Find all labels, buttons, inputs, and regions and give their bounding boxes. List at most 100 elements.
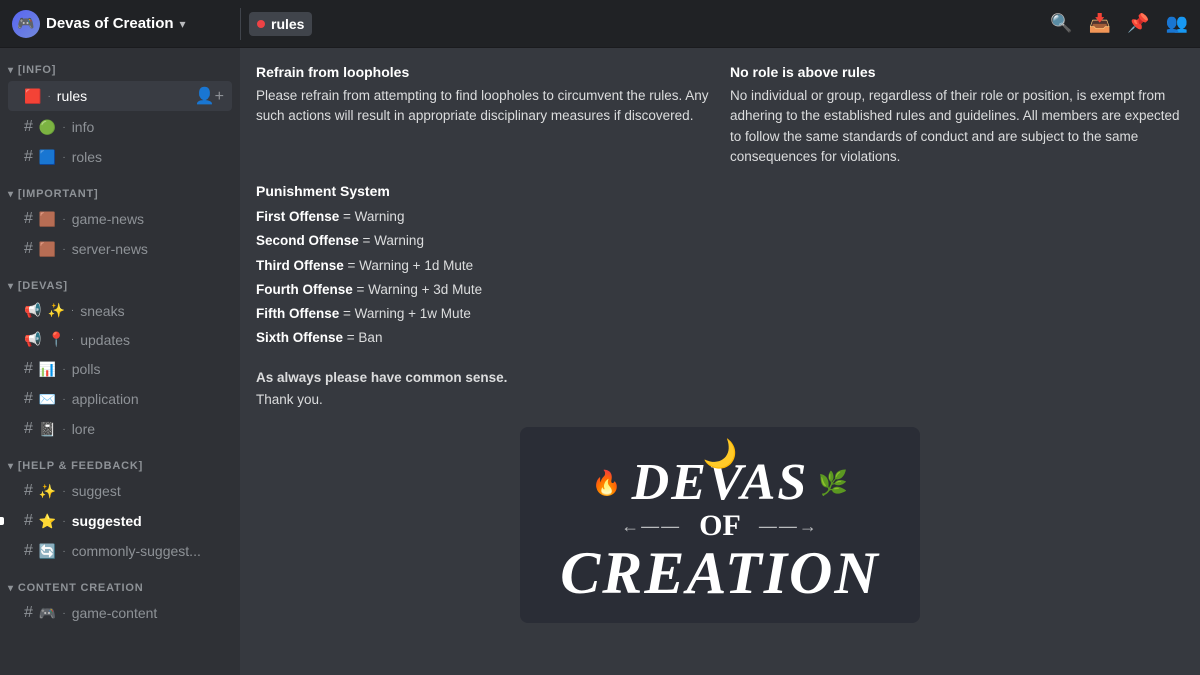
channel-name-sneaks: sneaks bbox=[80, 303, 124, 319]
offense-3: Third Offense = Warning + 1d Mute bbox=[256, 254, 1184, 278]
sneaks-emoji-icon: ✨ bbox=[47, 302, 64, 319]
roles-emoji-icon: 🟦 bbox=[39, 149, 56, 166]
category-important[interactable]: ▾ [IMPORTANT] bbox=[0, 172, 240, 204]
chat-messages: Refrain from loopholes Please refrain fr… bbox=[240, 48, 1200, 675]
common-sense-text: As always please have common sense. bbox=[256, 367, 1184, 389]
sidebar-item-commonly-suggest[interactable]: # 🔄 · commonly-suggest... bbox=[8, 537, 232, 565]
category-label-help: [HELP & FEEDBACK] bbox=[18, 460, 143, 472]
rules-col-left-title: Refrain from loopholes bbox=[256, 64, 710, 80]
offense-1-label: First Offense bbox=[256, 209, 339, 224]
pin-icon[interactable]: 📌 bbox=[1127, 13, 1149, 34]
category-arrow-content: ▾ bbox=[8, 583, 14, 594]
offense-5: Fifth Offense = Warning + 1w Mute bbox=[256, 302, 1184, 326]
offense-2: Second Offense = Warning bbox=[256, 229, 1184, 253]
common-sense-strong: As always please have common sense. bbox=[256, 370, 507, 385]
title-right-icons: 🔍 📥 📌 👥 bbox=[1050, 13, 1188, 34]
category-arrow-help: ▾ bbox=[8, 461, 14, 472]
rules-section-loopholes: Refrain from loopholes Please refrain fr… bbox=[256, 64, 1184, 167]
info-emoji-icon: 🟢 bbox=[39, 119, 56, 136]
sidebar-item-rules[interactable]: 🟥 · rules 👤+ bbox=[8, 81, 232, 111]
hash-icon-suggested: # bbox=[24, 512, 33, 530]
sidebar-item-suggested[interactable]: # ⭐ · suggested bbox=[8, 507, 232, 535]
sidebar-item-sneaks[interactable]: 📢 ✨ · sneaks bbox=[8, 297, 232, 324]
hash-icon-info: # bbox=[24, 118, 33, 136]
updates-emoji-icon: 📍 bbox=[47, 331, 64, 348]
server-name-area[interactable]: 🎮 Devas of Creation ▾ bbox=[12, 10, 232, 38]
logo-of-text: OF bbox=[691, 509, 749, 543]
unread-bar bbox=[0, 517, 4, 525]
channel-name-rules: rules bbox=[57, 88, 87, 104]
sidebar-item-suggest[interactable]: # ✨ · suggest bbox=[8, 477, 232, 505]
rules-col-right: No role is above rules No individual or … bbox=[730, 64, 1184, 167]
channel-tab-dot bbox=[257, 20, 265, 28]
title-bar: 🎮 Devas of Creation ▾ rules 🔍 📥 📌 👥 bbox=[0, 0, 1200, 48]
hash-icon-lore: # bbox=[24, 420, 33, 438]
sidebar-item-game-news[interactable]: # 🟫 · game-news bbox=[8, 205, 232, 233]
hash-icon-polls: # bbox=[24, 360, 33, 378]
sidebar-item-info[interactable]: # 🟢 · info bbox=[8, 113, 232, 141]
commonly-suggest-emoji-icon: 🔄 bbox=[39, 543, 56, 560]
logo-right-arrow: ——→ bbox=[759, 516, 819, 537]
polls-emoji-icon: 📊 bbox=[39, 361, 56, 378]
category-help-feedback[interactable]: ▾ [HELP & FEEDBACK] bbox=[0, 444, 240, 476]
punishment-section: Punishment System First Offense = Warnin… bbox=[256, 183, 1184, 351]
channel-name-lore: lore bbox=[72, 421, 95, 437]
sidebar-item-game-content[interactable]: # 🎮 · game-content bbox=[8, 599, 232, 627]
offense-5-label: Fifth Offense bbox=[256, 306, 339, 321]
rules-emoji-icon: 🟥 bbox=[24, 88, 41, 105]
logo-creation-text: CREATION bbox=[560, 543, 879, 603]
inbox-icon[interactable]: 📥 bbox=[1089, 13, 1111, 34]
game-content-emoji-icon: 🎮 bbox=[39, 605, 56, 622]
channel-name-polls: polls bbox=[72, 361, 101, 377]
add-member-icon[interactable]: 👤+ bbox=[195, 86, 224, 106]
sidebar-item-server-news[interactable]: # 🟫 · server-news bbox=[8, 235, 232, 263]
channel-name-application: application bbox=[72, 391, 139, 407]
logo-moon-icon: 🌙 bbox=[703, 437, 738, 470]
channel-name-info: info bbox=[72, 119, 95, 135]
offense-4-label: Fourth Offense bbox=[256, 282, 353, 297]
channel-tab: rules bbox=[249, 12, 312, 36]
sidebar-item-updates[interactable]: 📢 📍 · updates bbox=[8, 326, 232, 353]
logo-fire-icon: 🔥 bbox=[592, 469, 622, 498]
offense-3-label: Third Offense bbox=[256, 258, 344, 273]
game-news-emoji-icon: 🟫 bbox=[39, 211, 56, 228]
category-devas[interactable]: ▾ [DEVAS] bbox=[0, 264, 240, 296]
members-icon[interactable]: 👥 bbox=[1166, 13, 1188, 34]
logo-arrows-row: ←—— OF ——→ bbox=[621, 509, 819, 543]
hash-icon-game-content: # bbox=[24, 604, 33, 622]
channel-tab-name: rules bbox=[271, 16, 304, 32]
rules-col-left: Refrain from loopholes Please refrain fr… bbox=[256, 64, 710, 167]
offense-4: Fourth Offense = Warning + 3d Mute bbox=[256, 278, 1184, 302]
channel-name-game-news: game-news bbox=[72, 211, 144, 227]
logo-left-arrow: ←—— bbox=[621, 516, 681, 537]
sidebar-item-polls[interactable]: # 📊 · polls bbox=[8, 355, 232, 383]
channel-name-roles: roles bbox=[72, 149, 102, 165]
offense-4-value: = Warning + 3d Mute bbox=[357, 282, 483, 297]
hash-icon-server-news: # bbox=[24, 240, 33, 258]
hash-icon-game-news: # bbox=[24, 210, 33, 228]
sidebar-item-lore[interactable]: # 📓 · lore bbox=[8, 415, 232, 443]
rules-col-left-text: Please refrain from attempting to find l… bbox=[256, 86, 710, 127]
category-label-info: [INFO] bbox=[18, 64, 56, 76]
rules-col-right-text: No individual or group, regardless of th… bbox=[730, 86, 1184, 167]
thank-you-text: Thank you. bbox=[256, 392, 1184, 407]
sidebar: ▾ [INFO] 🟥 · rules 👤+ # 🟢 · info # 🟦 · r… bbox=[0, 48, 240, 675]
category-info[interactable]: ▾ [INFO] bbox=[0, 48, 240, 80]
server-title: Devas of Creation bbox=[46, 15, 174, 32]
sneaks-type-icon: 📢 bbox=[24, 302, 41, 319]
title-divider bbox=[240, 8, 241, 40]
punishment-title: Punishment System bbox=[256, 183, 1184, 199]
channel-name-server-news: server-news bbox=[72, 241, 148, 257]
channel-name-updates: updates bbox=[80, 332, 130, 348]
category-content-creation[interactable]: ▾ CONTENT CREATION bbox=[0, 566, 240, 598]
updates-type-icon: 📢 bbox=[24, 331, 41, 348]
category-arrow-info: ▾ bbox=[8, 65, 14, 76]
sidebar-item-application[interactable]: # ✉️ · application bbox=[8, 385, 232, 413]
offense-1: First Offense = Warning bbox=[256, 205, 1184, 229]
offense-3-value: = Warning + 1d Mute bbox=[348, 258, 474, 273]
category-label-content: CONTENT CREATION bbox=[18, 582, 144, 594]
offense-6: Sixth Offense = Ban bbox=[256, 326, 1184, 350]
search-icon[interactable]: 🔍 bbox=[1050, 13, 1072, 34]
sidebar-item-roles[interactable]: # 🟦 · roles bbox=[8, 143, 232, 171]
suggested-emoji-icon: ⭐ bbox=[39, 513, 56, 530]
